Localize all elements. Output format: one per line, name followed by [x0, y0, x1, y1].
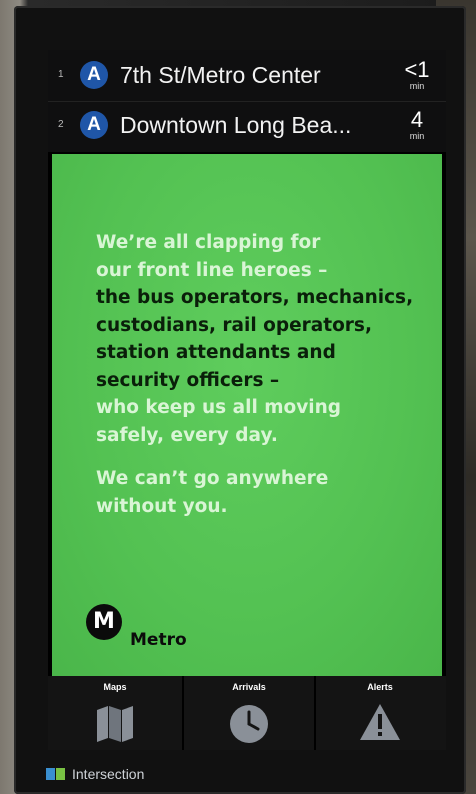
message-line: custodians, rail operators,	[96, 314, 372, 336]
arrival-row-2: 2 A Downtown Long Bea... 4 min	[48, 102, 446, 150]
arrival-time-unit: min	[409, 131, 425, 141]
intersection-logo-mark	[56, 768, 65, 780]
tab-alerts-label: Alerts	[367, 682, 393, 692]
arrival-destination: 7th St/Metro Center	[120, 62, 321, 88]
arrival-index: 1	[58, 69, 64, 80]
arrival-time: <1 min	[400, 58, 434, 91]
metro-logo-word: Metro	[130, 630, 187, 650]
arrival-time-value: 4	[410, 107, 424, 132]
metro-logo-mark: M	[86, 604, 122, 640]
bottom-tabs: Maps Arrivals Alerts	[48, 676, 446, 750]
tab-arrivals-label: Arrivals	[232, 682, 266, 692]
message-line: We’re all clapping for	[96, 232, 321, 253]
message-line: who keep us all moving	[96, 397, 342, 418]
arrival-time-unit: min	[409, 81, 425, 91]
message-panel: We’re all clapping for our front line he…	[52, 154, 442, 676]
map-icon	[97, 706, 133, 742]
closing-line: without you.	[96, 495, 228, 517]
arrival-index: 2	[58, 119, 64, 130]
kiosk-screen: 1 A 7th St/Metro Center <1 min 2 A Downt…	[48, 50, 446, 750]
closing-line: We can’t go anywhere	[96, 468, 329, 489]
arrival-row-1: 1 A 7th St/Metro Center <1 min	[48, 52, 446, 100]
arrival-time-value: <1	[404, 57, 430, 82]
arrivals-board: 1 A 7th St/Metro Center <1 min 2 A Downt…	[48, 50, 446, 152]
metro-logo: M Metro	[86, 604, 187, 664]
message-line: security officers –	[96, 369, 280, 391]
arrival-destination: Downtown Long Bea...	[120, 112, 352, 138]
message-text: We’re all clapping for our front line he…	[96, 229, 436, 520]
tab-maps-label: Maps	[103, 682, 127, 692]
intersection-brand-text: Intersection	[72, 766, 145, 782]
line-a-badge: A	[80, 111, 108, 139]
tab-alerts[interactable]: Alerts	[314, 676, 446, 750]
intersection-branding: Intersection	[34, 764, 234, 784]
message-line: station attendants and	[96, 342, 336, 363]
clock-icon	[230, 705, 268, 743]
message-gap	[96, 449, 436, 465]
alert-icon	[360, 704, 400, 740]
intersection-logo-mark	[46, 768, 55, 780]
tab-maps[interactable]: Maps	[48, 676, 182, 750]
tab-arrivals[interactable]: Arrivals	[182, 676, 316, 750]
arrival-time: 4 min	[400, 108, 434, 141]
message-line: safely, every day.	[96, 424, 278, 446]
message-line: our front line heroes –	[96, 259, 328, 281]
message-line: the bus operators, mechanics,	[96, 287, 414, 308]
line-a-badge: A	[80, 61, 108, 89]
